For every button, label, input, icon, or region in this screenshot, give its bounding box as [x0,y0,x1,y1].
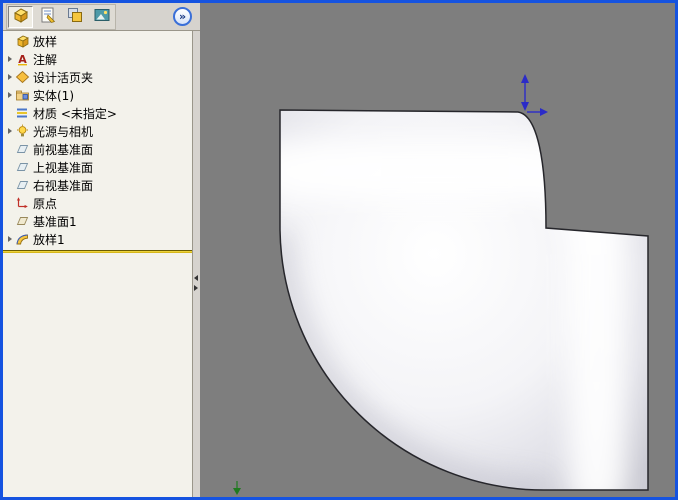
tree-item-label: 实体(1) [33,88,74,103]
lights-cameras-icon [15,124,30,138]
splitter-handle-icon[interactable] [194,275,198,291]
tree-item-label: 放样1 [33,232,65,247]
tree-item-annotations[interactable]: A 注解 [3,50,192,68]
tree-item-right-plane[interactable]: 右视基准面 [3,176,192,194]
panel-tab-bar: » [3,3,200,31]
expand-arrow-icon[interactable] [5,54,15,64]
tree-item-label: 设计活页夹 [33,70,94,85]
panel-body: 放样 A 注解 设计活页夹 实体(1) 材质 <未指定> 光源与相机 前视基准面… [3,31,200,497]
tree-item-label: 放样 [33,34,58,49]
panel-flyout-button[interactable]: » [173,7,192,26]
featuremanager-tab-icon [12,6,30,28]
material-icon [15,106,30,120]
configurationmanager-tab-icon [66,6,84,28]
solid-bodies-icon [15,88,30,102]
tree-item-part[interactable]: 放样 [3,32,192,50]
tree-item-lights-cameras[interactable]: 光源与相机 [3,122,192,140]
expand-arrow-icon[interactable] [5,126,15,136]
axis-triad-icon [521,74,548,116]
tree-item-design-binder[interactable]: 设计活页夹 [3,68,192,86]
view-origin-marker-icon [233,481,241,495]
expand-arrow-icon[interactable] [5,90,15,100]
solidworks-window: » 放样 A 注解 设计活页夹 实体(1) 材质 <未指定> 光源与相机 前视基… [0,0,678,500]
rollback-bar[interactable] [3,250,192,253]
expand-arrow-icon[interactable] [5,234,15,244]
panel-splitter[interactable] [193,31,200,497]
featuremanager-tab[interactable] [8,5,33,28]
tree-item-label: 前视基准面 [33,142,94,157]
tree-item-label: 原点 [33,196,58,211]
display-tab-icon [93,6,111,28]
plane-icon [15,142,30,156]
origin-icon [15,196,30,210]
viewport-canvas [233,74,649,495]
tree-item-origin[interactable]: 原点 [3,194,192,212]
tree-item-solid-bodies[interactable]: 实体(1) [3,86,192,104]
tree-item-top-plane[interactable]: 上视基准面 [3,158,192,176]
tree-item-label: 材质 <未指定> [33,106,117,121]
part-icon [15,34,30,48]
tree-item-loft1[interactable]: 放样1 [3,230,192,248]
panel-tab-group [6,3,116,30]
feature-tree: 放样 A 注解 设计活页夹 实体(1) 材质 <未指定> 光源与相机 前视基准面… [3,31,193,497]
feature-manager-panel: » 放样 A 注解 设计活页夹 实体(1) 材质 <未指定> 光源与相机 前视基… [3,3,200,497]
tree-item-label: 注解 [33,52,58,67]
propertymanager-tab[interactable] [35,6,60,28]
graphics-viewport[interactable] [200,3,675,497]
configurationmanager-tab[interactable] [62,6,87,28]
tree-item-label: 基准面1 [33,214,77,229]
plane-icon [15,178,30,192]
tree-item-label: 右视基准面 [33,178,94,193]
plane-icon [15,160,30,174]
annotations-icon: A [15,52,30,66]
display-tab[interactable] [89,6,114,28]
tree-item-label: 光源与相机 [33,124,94,139]
expand-arrow-icon[interactable] [5,72,15,82]
elbow-model[interactable] [279,109,649,491]
tree-item-plane1[interactable]: 基准面1 [3,212,192,230]
tree-item-label: 上视基准面 [33,160,94,175]
tree-item-front-plane[interactable]: 前视基准面 [3,140,192,158]
design-binder-icon [15,70,30,84]
propertymanager-tab-icon [39,6,57,28]
tree-item-material[interactable]: 材质 <未指定> [3,104,192,122]
plane-icon [15,214,30,228]
loft-icon [15,232,30,246]
